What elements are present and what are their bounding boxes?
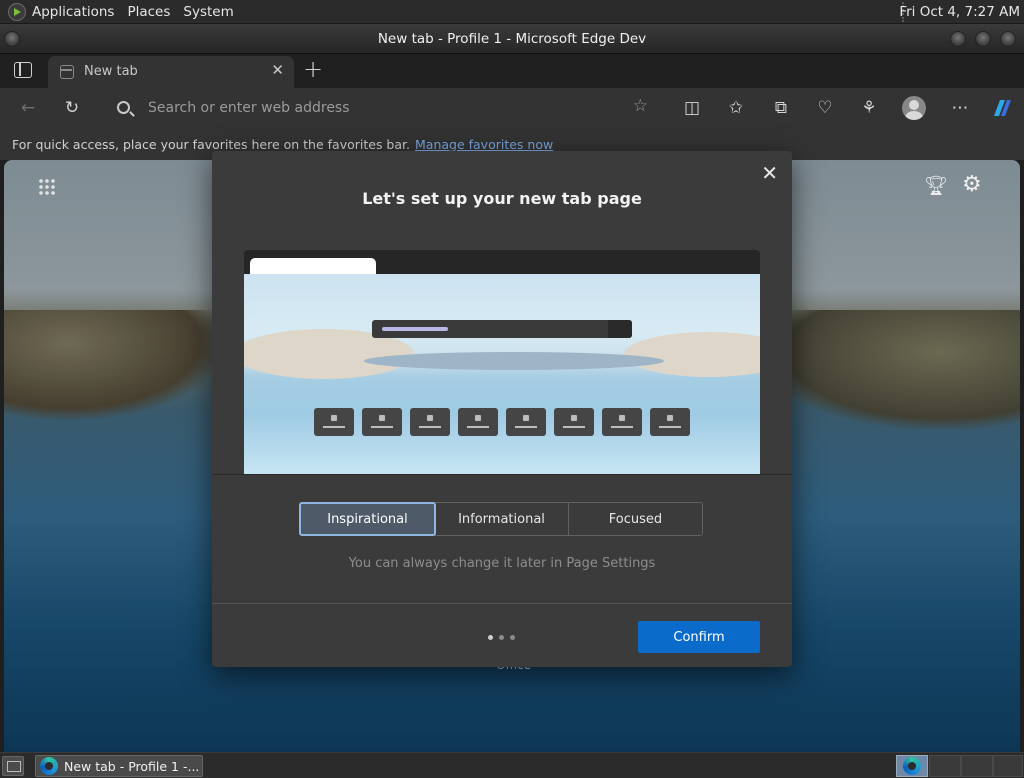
dialog-footer: Confirm — [212, 605, 792, 667]
option-inspirational[interactable]: Inspirational — [299, 502, 436, 536]
preview-tile — [458, 408, 498, 436]
workspace-4[interactable] — [993, 755, 1023, 777]
page-dot — [499, 635, 504, 640]
clock[interactable]: Fri Oct 4, 7:27 AM — [899, 4, 1020, 20]
browser-essentials-icon[interactable]: ♡ — [813, 96, 837, 120]
tab-strip: New tab ✕ + — [0, 54, 1024, 88]
edge-browser-icon — [903, 757, 921, 775]
dialog-close-icon[interactable]: ✕ — [761, 161, 778, 185]
preview-tile — [362, 408, 402, 436]
more-options-icon[interactable]: ⋯ — [948, 96, 972, 120]
page-dot — [488, 635, 493, 640]
tab-close-icon[interactable]: ✕ — [271, 61, 284, 79]
profile-avatar[interactable] — [902, 96, 926, 120]
menu-system[interactable]: System — [183, 4, 233, 20]
minimize-button[interactable] — [950, 31, 966, 47]
app-launcher-icon[interactable] — [38, 178, 56, 196]
collections-icon[interactable]: ⧉ — [769, 96, 793, 120]
preview-scene — [244, 274, 760, 474]
taskbar-window-button[interactable]: New tab - Profile 1 -... — [35, 755, 203, 777]
workspace-2[interactable] — [929, 755, 961, 777]
address-bar[interactable]: ☆ — [100, 92, 660, 124]
preview-hill — [624, 332, 760, 377]
confirm-button[interactable]: Confirm — [638, 621, 760, 653]
split-screen-icon[interactable]: ◫ — [680, 96, 704, 120]
setup-dialog: ✕ Let's set up your new tab page Inspira… — [212, 151, 792, 667]
preview-search-box — [372, 320, 632, 338]
manage-favorites-link[interactable]: Manage favorites now — [415, 137, 553, 152]
system-panel: Applications Places System Fri Oct 4, 7:… — [0, 0, 1024, 24]
new-tab-button[interactable]: + — [302, 56, 324, 82]
taskbar: New tab - Profile 1 -... — [0, 752, 1024, 778]
show-desktop-icon[interactable] — [2, 756, 24, 776]
edge-browser-icon — [40, 757, 58, 775]
window-title: New tab - Profile 1 - Microsoft Edge Dev — [377, 30, 647, 47]
page-indicator — [488, 635, 515, 640]
option-informational[interactable]: Informational — [435, 503, 569, 535]
window-menu-icon[interactable] — [4, 31, 20, 47]
system-menu-bar: Applications Places System — [0, 0, 247, 23]
maximize-button[interactable] — [975, 31, 991, 47]
copilot-icon[interactable] — [990, 96, 1014, 120]
background-hill — [760, 310, 1020, 430]
preview-tile — [602, 408, 642, 436]
preview-tab — [250, 258, 376, 274]
layout-preview-image — [244, 250, 760, 474]
preview-tile — [506, 408, 546, 436]
preview-tile — [554, 408, 594, 436]
layout-option-selector: Inspirational Informational Focused — [299, 502, 703, 536]
taskbar-window-label: New tab - Profile 1 -... — [64, 758, 200, 774]
workspace-3[interactable] — [961, 755, 993, 777]
workspace-switcher-active[interactable] — [896, 755, 928, 777]
preview-quick-links — [314, 408, 690, 436]
divider — [212, 474, 792, 475]
page-dot — [510, 635, 515, 640]
tab-actions-menu-icon[interactable] — [14, 62, 32, 78]
address-input[interactable] — [148, 98, 608, 118]
favorites-bar-message: For quick access, place your favorites h… — [12, 136, 410, 152]
divider — [212, 603, 792, 604]
refresh-icon[interactable]: ↻ — [60, 96, 84, 120]
preview-tab-bar — [244, 250, 760, 274]
menu-places[interactable]: Places — [127, 4, 170, 20]
background-hill — [4, 310, 224, 420]
close-window-button[interactable] — [1000, 31, 1016, 47]
add-favorite-star-icon[interactable]: ☆ — [633, 96, 648, 116]
change-later-hint: You can always change it later in Page S… — [348, 556, 656, 571]
applications-logo-icon[interactable] — [8, 2, 26, 21]
preview-tile — [650, 408, 690, 436]
tab-new-tab[interactable]: New tab ✕ — [48, 56, 294, 88]
dialog-title: Let's set up your new tab page — [362, 189, 642, 208]
window-titlebar[interactable]: New tab - Profile 1 - Microsoft Edge Dev — [0, 24, 1024, 54]
menu-applications[interactable]: Applications — [32, 4, 114, 20]
preview-tile — [410, 408, 450, 436]
tab-title: New tab — [84, 64, 138, 79]
rewards-trophy-icon[interactable]: 🏆︎ — [924, 174, 948, 197]
new-tab-page-icon — [60, 65, 74, 79]
back-arrow-icon[interactable]: ← — [16, 96, 40, 120]
option-focused[interactable]: Focused — [569, 503, 702, 535]
extensions-icon[interactable]: ⚘ — [857, 96, 881, 120]
preview-tile — [314, 408, 354, 436]
preview-hill — [364, 352, 664, 370]
page-settings-gear-icon[interactable]: ⚙ — [962, 172, 982, 197]
browser-toolbar: ← ↻ ☆ ◫ ✩ ⧉ ♡ ⚘ ⋯ — [0, 88, 1024, 128]
search-icon — [117, 101, 130, 114]
favorites-icon[interactable]: ✩ — [724, 96, 748, 120]
